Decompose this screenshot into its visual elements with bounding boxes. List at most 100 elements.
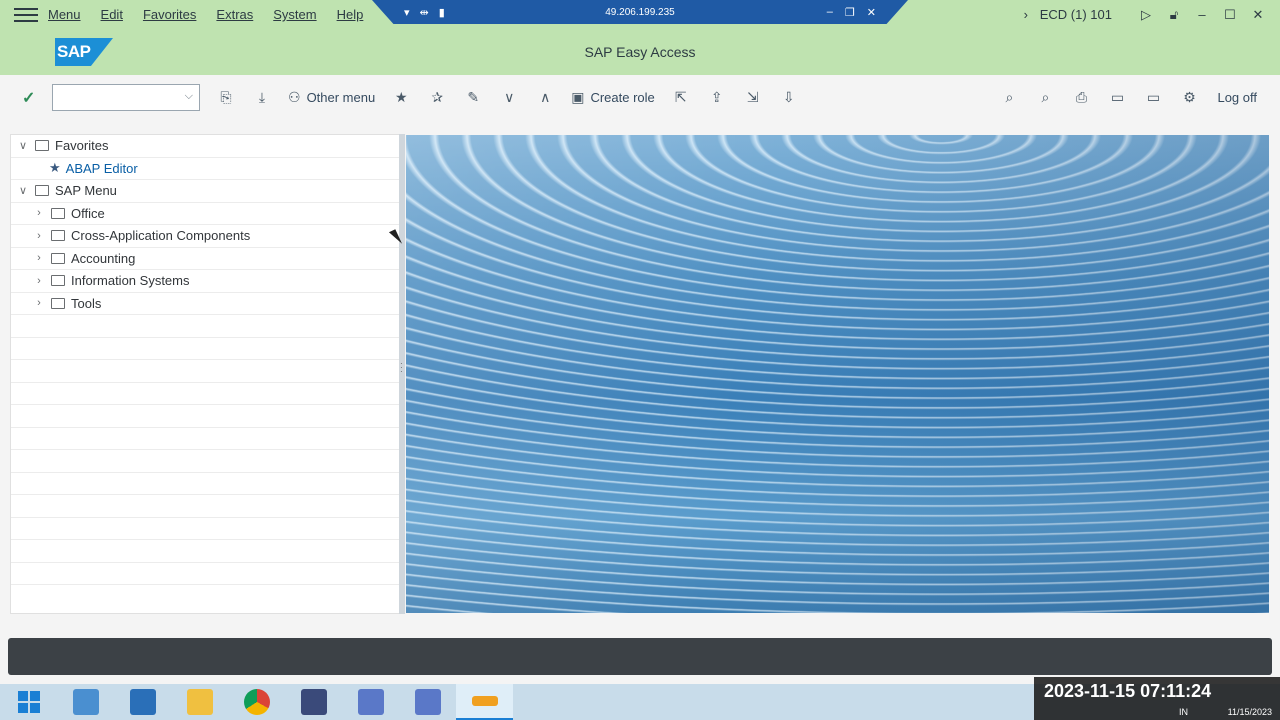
export-icon[interactable]: ⇱ xyxy=(663,89,699,106)
minimize-icon[interactable]: – xyxy=(827,6,833,19)
pencil-icon[interactable]: ✎ xyxy=(455,89,491,106)
tree-empty-row xyxy=(11,428,399,450)
menu-item-help[interactable]: Help xyxy=(337,7,364,22)
create-role-button[interactable]: ▣ Create role xyxy=(571,89,655,106)
panel-splitter[interactable]: · · · xyxy=(399,134,405,614)
tree-empty-row xyxy=(11,518,399,540)
new-session-icon[interactable]: ▭ xyxy=(1099,89,1135,106)
folder-icon xyxy=(186,689,213,715)
menu-tree: ∨ Favorites ★ ABAP Editor ∨ SAP Menu › O… xyxy=(10,134,400,614)
window-maximize-icon[interactable]: ☐ xyxy=(1216,7,1244,23)
tree-node-information-systems[interactable]: › Information Systems xyxy=(11,270,399,293)
toolbar: ✓ ⌵ ⎘ ⤓ ⚇ Other menu ★ ✰ ✎ ∨ ∧ ▣ Create … xyxy=(0,75,1280,120)
tree-empty-row xyxy=(11,540,399,563)
network-icon xyxy=(414,689,441,715)
tree-node-sap-menu[interactable]: ∨ SAP Menu xyxy=(11,180,399,203)
edit-favorite-icon[interactable]: ✰ xyxy=(419,89,455,106)
folder-icon xyxy=(51,252,65,264)
search-icon[interactable]: ⌕ xyxy=(991,89,1027,106)
chrome-icon xyxy=(243,689,270,715)
sap-gui-icon xyxy=(471,696,498,706)
tree-empty-row xyxy=(11,473,399,495)
play-icon[interactable]: ▷ xyxy=(1132,7,1160,23)
upload-icon[interactable]: ⇪ xyxy=(699,89,735,106)
open-folder-icon[interactable]: ⎘ xyxy=(208,89,244,106)
add-favorite-icon[interactable]: ★ xyxy=(383,89,419,106)
tree-node-office[interactable]: › Office xyxy=(11,203,399,225)
tree-node-accounting[interactable]: › Accounting xyxy=(11,248,399,270)
sap-logon-icon xyxy=(300,689,327,715)
powershell-icon xyxy=(129,689,156,715)
menu-item-edit[interactable]: Edit xyxy=(101,7,123,22)
tree-node-cross-application-components[interactable]: › Cross-Application Components xyxy=(11,225,399,248)
menu-item-menu[interactable]: Menu xyxy=(48,7,81,22)
windows-logo-icon xyxy=(17,691,40,713)
tree-empty-row xyxy=(11,383,399,405)
taskbar-app-chrome[interactable] xyxy=(228,684,285,720)
taskbar-app-sap-logon[interactable] xyxy=(285,684,342,720)
timestamp: 2023-11-15 07:11:24 xyxy=(1044,681,1212,701)
chevron-right-icon[interactable]: › xyxy=(33,207,45,219)
print-icon[interactable]: ⎙ xyxy=(1063,89,1099,106)
settings-icon[interactable]: ⚙ xyxy=(1171,89,1207,106)
chevron-right-icon[interactable]: › xyxy=(33,252,45,264)
tree-empty-row xyxy=(11,315,399,338)
move-down-icon[interactable]: ⇲ xyxy=(735,89,771,106)
folder-icon xyxy=(35,185,49,197)
star-icon: ★ xyxy=(49,160,61,176)
log-off-button[interactable]: Log off xyxy=(1217,90,1257,105)
chevron-down-icon[interactable]: ⌵ xyxy=(185,90,193,103)
taskbar-app-sap-gui[interactable] xyxy=(456,684,513,720)
chevron-right-icon[interactable]: › xyxy=(33,297,45,309)
download-icon[interactable]: ⤓ xyxy=(244,89,280,106)
chevron-down-icon[interactable]: ∨ xyxy=(491,89,527,106)
menu-item-extras[interactable]: Extras xyxy=(216,7,253,22)
main-content: ∨ Favorites ★ ABAP Editor ∨ SAP Menu › O… xyxy=(0,120,1280,630)
page-title: SAP Easy Access xyxy=(584,44,696,60)
restore-icon[interactable]: ❐ xyxy=(845,6,855,19)
folder-icon xyxy=(51,207,65,219)
chevron-down-icon[interactable]: ∨ xyxy=(17,184,29,197)
system-id: ECD (1) 101 xyxy=(1039,7,1112,22)
window-close-icon[interactable]: ✕ xyxy=(1244,7,1272,23)
lock-icon[interactable]: 🔓︎ xyxy=(1160,7,1188,23)
taskbar-app-network-1[interactable] xyxy=(342,684,399,720)
chevron-right-icon[interactable]: › xyxy=(33,230,45,242)
tree-empty-row xyxy=(11,563,399,585)
tree-empty-row xyxy=(11,495,399,518)
folder-icon xyxy=(35,140,49,152)
enter-check-icon[interactable]: ✓ xyxy=(22,88,42,108)
search-next-icon[interactable]: ⌕ xyxy=(1027,89,1063,106)
folder-icon xyxy=(51,275,65,287)
chevron-up-icon[interactable]: ∧ xyxy=(527,89,563,106)
system-controls: › ECD (1) 101 ▷ 🔓︎ – ☐ ✕ xyxy=(1012,0,1280,29)
other-menu-button[interactable]: ⚇ Other menu xyxy=(288,89,375,106)
language-indicator: IN xyxy=(1179,707,1188,717)
taskbar-app-file-explorer[interactable] xyxy=(171,684,228,720)
taskbar-app-network-2[interactable] xyxy=(399,684,456,720)
chevron-right-icon[interactable]: › xyxy=(1012,7,1040,22)
hierarchy-icon: ⚇ xyxy=(288,89,301,105)
chevron-right-icon[interactable]: › xyxy=(33,275,45,287)
splitter-handle-icon[interactable]: · · · xyxy=(400,360,403,376)
easy-access-background-image xyxy=(406,135,1269,613)
close-icon[interactable]: ✕ xyxy=(867,6,876,19)
taskbar-app-powershell[interactable] xyxy=(114,684,171,720)
chevron-down-icon[interactable]: ∨ xyxy=(17,139,29,152)
start-button[interactable] xyxy=(0,684,57,720)
hamburger-menu-icon[interactable] xyxy=(14,6,38,24)
tree-node-tools[interactable]: › Tools xyxy=(11,293,399,315)
menu-item-favorites[interactable]: Favorites xyxy=(143,7,196,22)
clock-overlay: 2023-11-15 07:11:24 IN 11/15/2023 xyxy=(1034,677,1280,720)
command-field[interactable]: ⌵ xyxy=(52,84,200,111)
taskbar-app-server-manager[interactable] xyxy=(57,684,114,720)
tree-empty-row xyxy=(11,338,399,360)
window-minimize-icon[interactable]: – xyxy=(1188,7,1216,22)
tree-node-abap-editor[interactable]: ★ ABAP Editor xyxy=(11,158,399,180)
create-shortcut-icon[interactable]: ▭ xyxy=(1135,89,1171,106)
sort-icon[interactable]: ⇩ xyxy=(771,89,807,106)
tree-node-favorites[interactable]: ∨ Favorites xyxy=(11,135,399,158)
server-manager-icon xyxy=(72,689,99,715)
menu-item-system[interactable]: System xyxy=(273,7,316,22)
command-input[interactable] xyxy=(53,85,173,110)
